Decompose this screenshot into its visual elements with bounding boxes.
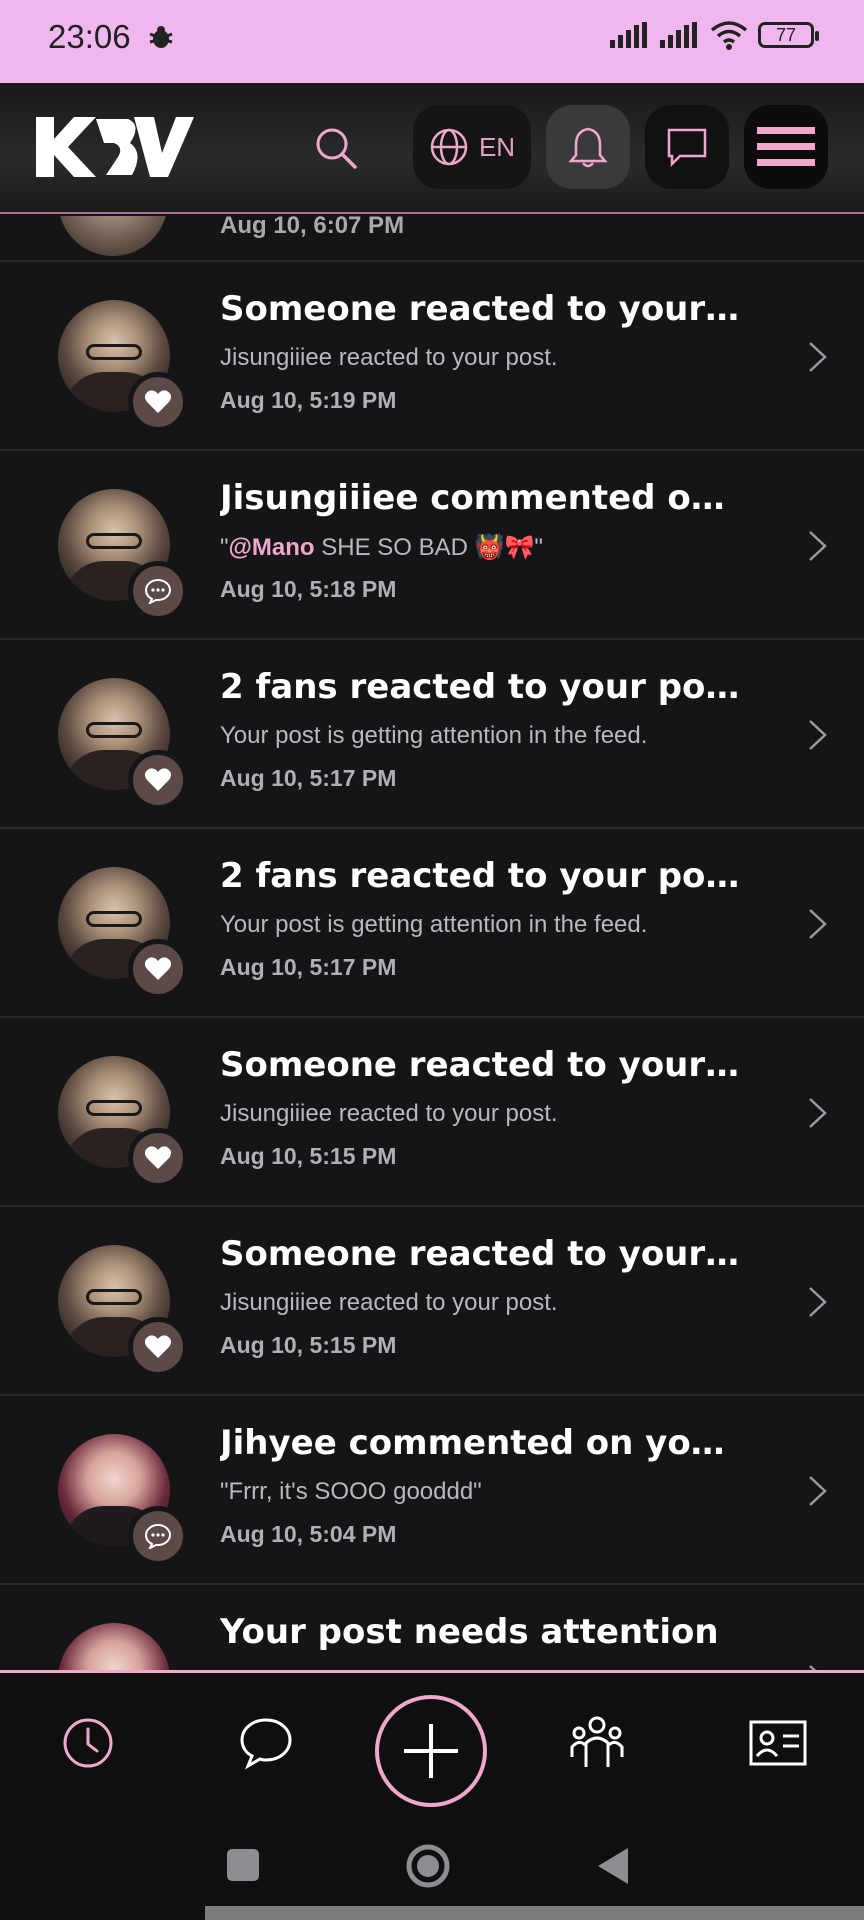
battery-indicator: 77	[758, 22, 819, 48]
notification-item[interactable]: Your post needs attention	[0, 1585, 864, 1670]
chevron-right-icon[interactable]	[806, 1474, 830, 1508]
hamburger-icon	[757, 127, 815, 166]
signal-icon-2	[660, 22, 697, 48]
heart-icon	[144, 390, 172, 413]
notification-subtitle: "Frrr, it's SOOO gooddd"	[220, 1478, 482, 1505]
nav-profile[interactable]	[748, 1713, 808, 1773]
create-post-button[interactable]	[375, 1695, 487, 1807]
notification-time: Aug 10, 5:17 PM	[220, 954, 397, 980]
notification-item[interactable]: Someone reacted to your p... Jisungiiiee …	[0, 1207, 864, 1396]
notification-subtitle: Jisungiiiee reacted to your post.	[220, 1100, 558, 1127]
notification-title: Jisungiiiee commented on y...	[220, 478, 740, 518]
bug-icon	[149, 26, 173, 48]
clock-icon	[63, 1718, 113, 1768]
recents-icon[interactable]	[226, 1848, 260, 1882]
notification-time: Aug 10, 5:15 PM	[220, 1332, 397, 1358]
notification-time: Aug 10, 6:07 PM	[220, 216, 405, 239]
comment-badge	[128, 1506, 188, 1566]
status-icons: 77	[610, 20, 819, 50]
notification-subtitle: Your post is getting attention in the fe…	[220, 722, 648, 749]
reaction-badge	[128, 750, 188, 810]
notification-title: Someone reacted to your p...	[220, 1234, 740, 1274]
chevron-right-icon[interactable]	[806, 718, 830, 752]
language-button[interactable]: EN	[413, 105, 531, 189]
notification-title: 2 fans reacted to your post	[220, 667, 740, 707]
speech-bubble-icon	[240, 1718, 292, 1770]
notification-list[interactable]: Aug 10, 6:07 PM Someone reacted to your …	[0, 216, 864, 1670]
notification-item[interactable]: 2 fans reacted to your post Your post is …	[0, 829, 864, 1018]
notifications-button[interactable]	[546, 105, 630, 189]
notification-subtitle: Jisungiiiee reacted to your post.	[220, 1289, 558, 1316]
messages-button[interactable]	[645, 105, 729, 189]
chevron-right-icon[interactable]	[806, 907, 830, 941]
home-icon[interactable]	[405, 1843, 451, 1889]
notification-item[interactable]: Jisungiiiee commented on y... "@Mano SHE …	[0, 451, 864, 640]
heart-icon	[144, 1335, 172, 1358]
app-header: EN	[0, 83, 864, 214]
chevron-right-icon[interactable]	[806, 529, 830, 563]
subtitle-text: SHE SO BAD 👹🎀"	[314, 534, 543, 561]
notification-subtitle: Your post is getting attention in the fe…	[220, 911, 648, 938]
comment-icon	[144, 578, 172, 604]
id-card-icon	[749, 1720, 807, 1766]
menu-button[interactable]	[744, 105, 828, 189]
bell-icon	[568, 127, 608, 168]
reaction-badge	[128, 372, 188, 432]
avatar	[58, 1623, 170, 1670]
gesture-bar	[205, 1906, 864, 1920]
notification-time: Aug 10, 5:19 PM	[220, 387, 397, 413]
comment-badge	[128, 561, 188, 621]
heart-icon	[144, 768, 172, 791]
chevron-right-icon[interactable]	[806, 1663, 830, 1670]
notification-title: 2 fans reacted to your post	[220, 856, 740, 896]
comment-icon	[144, 1523, 172, 1549]
notification-subtitle: Jisungiiiee reacted to your post.	[220, 344, 558, 371]
notification-subtitle: "@Mano SHE SO BAD 👹🎀"	[220, 533, 740, 562]
subtitle-prefix: "	[220, 534, 229, 561]
globe-icon	[430, 128, 468, 166]
notification-time: Aug 10, 5:15 PM	[220, 1143, 397, 1169]
plus-icon	[404, 1724, 458, 1778]
people-icon	[570, 1716, 624, 1767]
chevron-right-icon[interactable]	[806, 1285, 830, 1319]
reaction-badge	[128, 1128, 188, 1188]
nav-chat[interactable]	[236, 1713, 296, 1773]
reaction-badge	[128, 1317, 188, 1377]
back-icon[interactable]	[594, 1846, 630, 1886]
notification-title: Your post needs attention	[220, 1612, 719, 1652]
notification-item-partial[interactable]: Aug 10, 6:07 PM	[0, 216, 864, 262]
search-icon[interactable]	[311, 123, 361, 173]
heart-icon	[144, 1146, 172, 1169]
heart-icon	[144, 957, 172, 980]
notification-title: Jihyee commented on your ...	[220, 1423, 740, 1463]
notification-title: Someone reacted to your p...	[220, 1045, 740, 1085]
app-logo[interactable]	[34, 113, 194, 181]
notification-title: Someone reacted to your p...	[220, 289, 740, 329]
chevron-right-icon[interactable]	[806, 1096, 830, 1130]
notification-time: Aug 10, 5:18 PM	[220, 576, 397, 602]
chevron-right-icon[interactable]	[806, 340, 830, 374]
mention-link[interactable]: @Mano	[229, 534, 315, 561]
nav-history[interactable]	[58, 1713, 118, 1773]
notification-item[interactable]: Jihyee commented on your ... "Frrr, it's …	[0, 1396, 864, 1585]
bottom-nav	[0, 1670, 864, 1810]
language-label: EN	[478, 131, 516, 162]
nav-community[interactable]	[567, 1713, 627, 1773]
signal-icon	[610, 22, 647, 48]
status-time: 23:06	[48, 18, 131, 55]
reaction-badge	[128, 939, 188, 999]
notification-time: Aug 10, 5:04 PM	[220, 1521, 397, 1547]
notification-item[interactable]: Someone reacted to your p... Jisungiiiee …	[0, 1018, 864, 1207]
notification-time: Aug 10, 5:17 PM	[220, 765, 397, 791]
system-nav-bar	[0, 1810, 864, 1920]
chat-icon	[667, 128, 707, 167]
notification-item[interactable]: Someone reacted to your p... Jisungiiiee …	[0, 262, 864, 451]
wifi-icon	[710, 21, 748, 50]
notification-item[interactable]: 2 fans reacted to your post Your post is …	[0, 640, 864, 829]
status-bar: 23:06 77	[0, 0, 864, 83]
avatar	[58, 216, 168, 256]
